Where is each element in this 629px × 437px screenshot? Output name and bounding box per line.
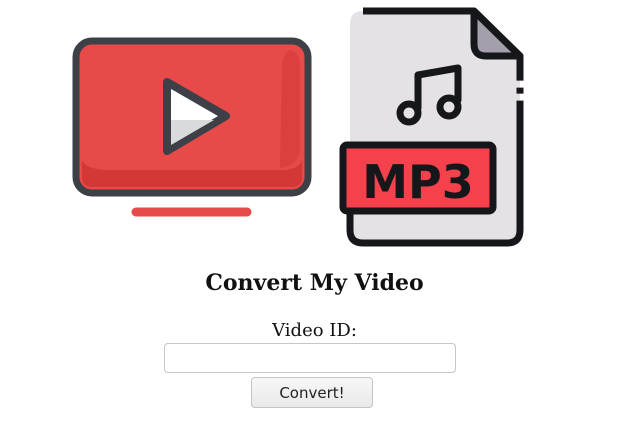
logo-graphic: MP3 — [72, 7, 524, 247]
mp3-badge-text: MP3 — [362, 155, 474, 209]
video-id-input[interactable] — [164, 343, 456, 373]
youtube-tv-icon — [72, 37, 312, 217]
mp3-file-icon: MP3 — [339, 7, 524, 247]
video-id-label: Video ID: — [272, 320, 357, 341]
page-title: Convert My Video — [205, 270, 424, 296]
convert-button[interactable]: Convert! — [251, 377, 373, 408]
